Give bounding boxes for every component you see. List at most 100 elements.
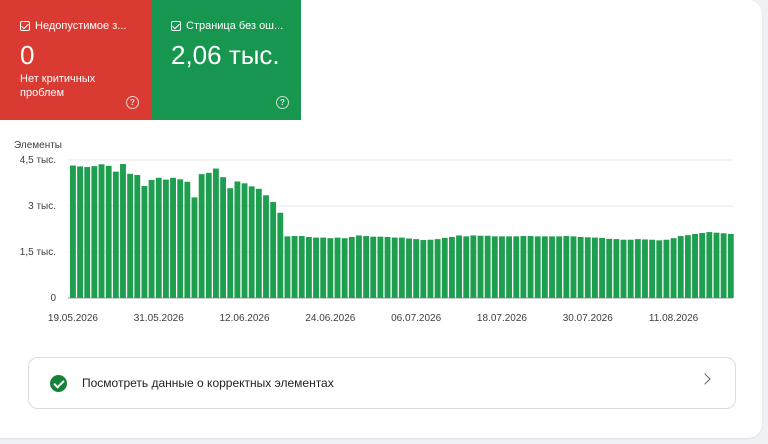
chart-bar[interactable]: [441, 237, 448, 298]
chart-bar[interactable]: [591, 237, 598, 298]
chart-bar[interactable]: [205, 172, 212, 298]
chart-bar[interactable]: [491, 236, 498, 298]
chart-bar[interactable]: [477, 235, 484, 298]
help-icon[interactable]: ?: [276, 96, 289, 109]
chart-bar[interactable]: [184, 181, 191, 298]
chart-bar[interactable]: [463, 236, 470, 298]
chart-bar[interactable]: [448, 236, 455, 298]
chart-bar[interactable]: [370, 236, 377, 298]
chart-bar[interactable]: [613, 239, 620, 298]
checkbox-icon[interactable]: [171, 21, 181, 31]
chart-bar[interactable]: [713, 232, 720, 298]
chart-bar[interactable]: [162, 179, 169, 298]
chart-bar[interactable]: [284, 236, 291, 298]
chart-bar[interactable]: [499, 236, 505, 298]
chart-bar[interactable]: [384, 236, 391, 298]
chart-bar[interactable]: [255, 188, 262, 298]
chart-bar[interactable]: [91, 166, 98, 298]
chart-bar[interactable]: [134, 175, 141, 298]
help-icon[interactable]: ?: [126, 96, 139, 109]
chart-bar[interactable]: [84, 167, 91, 298]
chart-bar[interactable]: [220, 177, 227, 298]
chart-bar[interactable]: [420, 240, 427, 298]
chart-bar[interactable]: [263, 195, 269, 298]
chart-bar[interactable]: [363, 236, 370, 298]
chart-bar[interactable]: [720, 233, 727, 298]
chart-bar[interactable]: [277, 212, 284, 298]
chart-bar[interactable]: [377, 236, 384, 298]
chart-bar[interactable]: [656, 240, 663, 298]
chart-bar[interactable]: [327, 238, 334, 298]
chart-bar[interactable]: [470, 235, 477, 298]
chart-bar[interactable]: [112, 171, 119, 298]
chart-bar[interactable]: [77, 166, 84, 298]
chart-bar[interactable]: [534, 236, 541, 298]
chart-bar[interactable]: [684, 235, 691, 298]
chart-bar[interactable]: [570, 236, 577, 298]
chart-bar[interactable]: [634, 239, 641, 298]
chart-bar[interactable]: [213, 168, 219, 298]
chart-bar[interactable]: [305, 236, 312, 298]
chart-bar[interactable]: [527, 236, 534, 298]
chart-bar[interactable]: [98, 164, 105, 298]
chart-bar[interactable]: [356, 235, 362, 298]
chart-bar[interactable]: [105, 165, 112, 298]
checkbox-icon[interactable]: [20, 21, 30, 31]
chart-bar[interactable]: [649, 239, 656, 298]
chart-bar[interactable]: [484, 235, 491, 298]
chart-bar[interactable]: [541, 236, 548, 298]
chart-bar[interactable]: [406, 238, 412, 298]
chart-bar[interactable]: [642, 239, 648, 298]
chart-bar[interactable]: [270, 202, 277, 298]
chart-bar[interactable]: [699, 232, 706, 298]
chart-bar[interactable]: [434, 239, 441, 298]
chart-bar[interactable]: [663, 239, 670, 298]
chart-bar[interactable]: [599, 237, 605, 298]
chart-bar[interactable]: [191, 197, 198, 298]
chart-bar[interactable]: [227, 188, 234, 298]
chart-bar[interactable]: [456, 235, 462, 298]
chart-bar[interactable]: [584, 237, 591, 298]
chart-bar[interactable]: [298, 236, 305, 298]
chart-bar[interactable]: [198, 174, 205, 298]
chart-bar[interactable]: [427, 239, 434, 298]
chart-bar[interactable]: [549, 236, 555, 298]
chart-bar[interactable]: [677, 236, 684, 298]
chart-bar[interactable]: [241, 183, 248, 298]
chart-bar[interactable]: [70, 165, 76, 298]
chart-bar[interactable]: [313, 237, 319, 298]
chart-bar[interactable]: [506, 236, 513, 298]
chart-bar[interactable]: [563, 236, 570, 298]
chart-bar[interactable]: [556, 236, 563, 298]
chart-bar[interactable]: [670, 238, 677, 298]
chart-bar[interactable]: [398, 237, 405, 298]
chart-bar[interactable]: [127, 173, 134, 298]
chart-bar[interactable]: [577, 236, 584, 298]
chart-bar[interactable]: [177, 179, 184, 298]
chart-bar[interactable]: [320, 237, 327, 298]
chart-bar[interactable]: [148, 179, 155, 298]
chart-bar[interactable]: [234, 181, 241, 298]
chart-bar[interactable]: [520, 236, 527, 298]
chart-bar[interactable]: [706, 232, 713, 298]
chart-bar[interactable]: [606, 238, 613, 298]
chart-bar[interactable]: [513, 236, 520, 298]
tile-valid[interactable]: Страница без ош... 2,06 тыс. ?: [151, 0, 301, 120]
chart-bar[interactable]: [341, 238, 348, 298]
chart-bar[interactable]: [120, 163, 126, 298]
chart-bar[interactable]: [692, 233, 698, 298]
chart-bar[interactable]: [627, 239, 634, 298]
chart-bar[interactable]: [413, 239, 420, 298]
chart-bar[interactable]: [170, 177, 176, 298]
chart-bar[interactable]: [727, 233, 734, 298]
chart-bar[interactable]: [291, 236, 298, 298]
chart-bar[interactable]: [248, 186, 255, 298]
chart-bar[interactable]: [620, 239, 627, 298]
chart-bar[interactable]: [334, 237, 341, 298]
chart-bar[interactable]: [141, 186, 148, 298]
tile-invalid[interactable]: Недопустимое з... 0 Нет критичных пробле…: [0, 0, 151, 120]
view-valid-items-link[interactable]: Посмотреть данные о корректных элементах: [28, 357, 736, 409]
chart-bar[interactable]: [391, 237, 398, 298]
chart-bar[interactable]: [348, 236, 355, 298]
chart-bar[interactable]: [155, 177, 162, 298]
